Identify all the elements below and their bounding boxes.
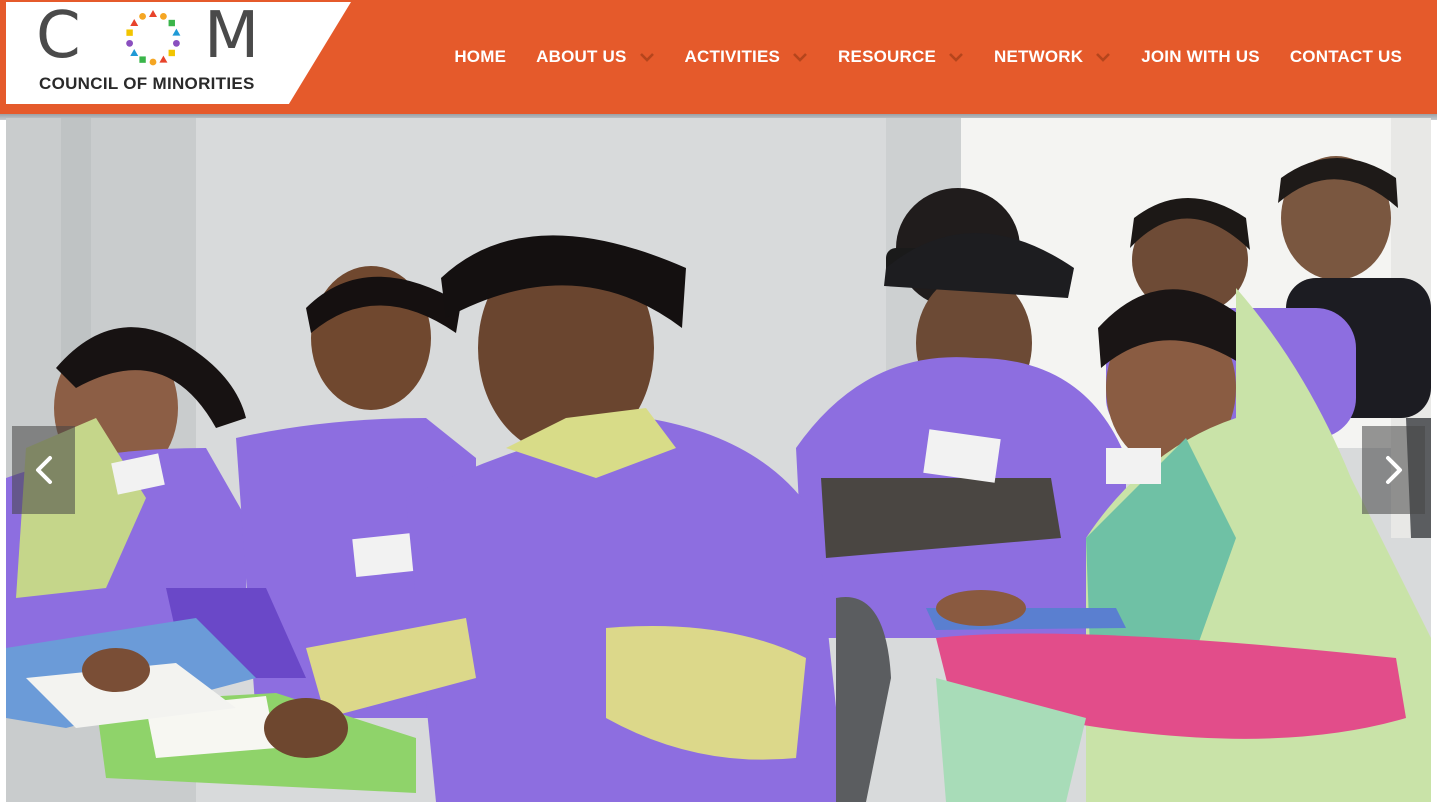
chevron-right-icon	[1385, 456, 1402, 484]
nav-item-label: CONTACT US	[1289, 47, 1402, 66]
slide-photo	[6, 118, 1431, 802]
nav-item-join-with-us[interactable]: JOIN WITH US	[1141, 47, 1260, 67]
nav-item-resource[interactable]: RESOURCE	[838, 47, 964, 67]
logo-ring-dot	[130, 19, 139, 27]
nav-item-network[interactable]: NETWORK	[994, 47, 1111, 67]
logo-ring-dot	[149, 58, 157, 66]
nav-item-label: ACTIVITIES	[684, 47, 781, 66]
logo-ring-dot	[172, 39, 180, 47]
logo-ring-dot	[168, 49, 175, 57]
logo-ring-dot	[149, 10, 157, 17]
nav-item-contact-us[interactable]: CONTACT US	[1290, 47, 1402, 67]
logo-letter-m: M	[204, 0, 262, 73]
logo-ring-dot	[126, 29, 133, 36]
site-logo[interactable]: C M COUNCIL OF MINORITIES	[6, 2, 351, 104]
nav-item-about-us[interactable]: ABOUT US	[536, 47, 654, 67]
chevron-down-icon	[949, 53, 963, 62]
main-navigation: HOME ABOUT US ACTIVITIES RESOURCE NETWOR…	[454, 44, 1402, 70]
logo-ring-dot	[130, 48, 139, 56]
logo-ring-dot	[159, 55, 168, 63]
logo-dot-ring-icon	[126, 10, 181, 66]
logo-ring-dot	[168, 19, 175, 27]
hero-slider	[6, 118, 1431, 802]
chevron-down-icon	[639, 53, 654, 62]
nav-item-label: NETWORK	[994, 47, 1084, 66]
nav-item-home[interactable]: HOME	[454, 47, 506, 67]
chevron-left-icon	[35, 456, 52, 484]
logo-ring-dot	[126, 39, 134, 47]
nav-item-label: JOIN WITH US	[1141, 47, 1260, 66]
logo-ring-dot	[139, 12, 146, 20]
nav-item-activities[interactable]: ACTIVITIES	[685, 47, 809, 67]
logo-tagline: COUNCIL OF MINORITIES	[39, 74, 255, 93]
site-header: C M COUNCIL OF MINORITIES HOME ABOUT US …	[0, 0, 1437, 114]
nav-item-label: HOME	[454, 47, 507, 66]
nav-item-label: ABOUT US	[536, 47, 627, 66]
logo-ring-dot	[139, 56, 146, 63]
slider-next-button[interactable]	[1362, 426, 1425, 514]
chevron-down-icon	[1096, 53, 1111, 62]
logo-ring-dot	[160, 12, 167, 20]
chevron-down-icon	[793, 53, 807, 62]
logo-ring-dot	[172, 28, 181, 36]
nav-item-label: RESOURCE	[838, 47, 936, 66]
logo-letter-c: C	[36, 0, 83, 73]
slider-prev-button[interactable]	[12, 426, 75, 514]
